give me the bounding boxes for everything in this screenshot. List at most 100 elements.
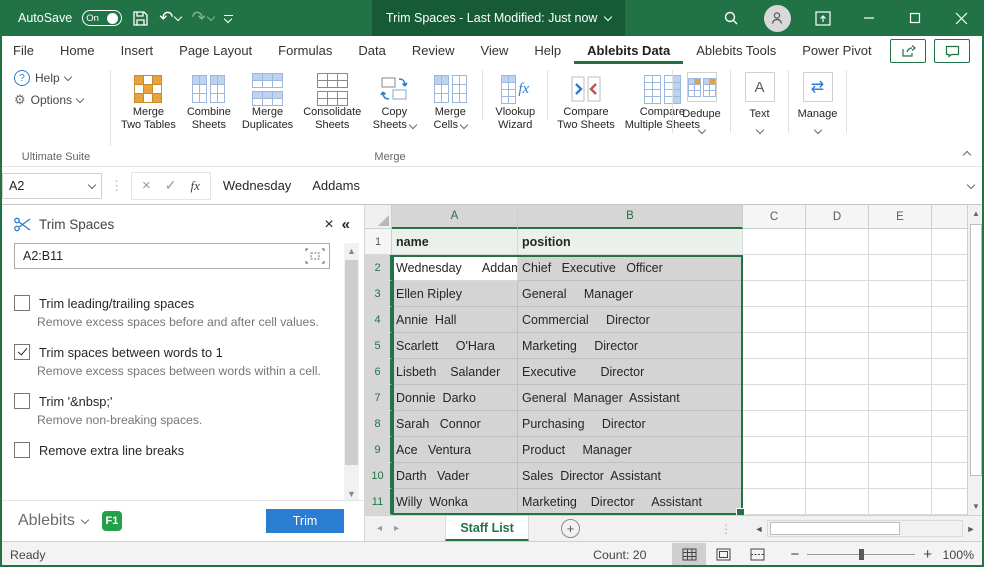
column-header-c[interactable]: C <box>743 205 806 229</box>
formula-bar-handle[interactable]: ⋮ <box>110 178 123 194</box>
tab-review[interactable]: Review <box>399 36 468 64</box>
zoom-in-button[interactable]: + <box>923 546 932 563</box>
formula-value[interactable]: Wednesday Addams <box>223 178 968 193</box>
autosave-toggle[interactable]: On <box>82 10 123 26</box>
tab-view[interactable]: View <box>467 36 521 64</box>
row-header-7[interactable]: 7 <box>365 385 392 411</box>
table-row[interactable]: 10 Darth Vader Sales Director Assistant <box>365 463 984 489</box>
f1-help-badge[interactable]: F1 <box>101 511 122 531</box>
status-count[interactable]: Count: 20 <box>593 548 646 562</box>
row-header-4[interactable]: 4 <box>365 307 392 333</box>
merge-two-tables-button[interactable]: Merge Two Tables <box>116 70 181 134</box>
column-header-e[interactable]: E <box>869 205 932 229</box>
text-button[interactable]: A Text <box>730 70 788 135</box>
ribbon-display-options-button[interactable] <box>800 0 846 36</box>
horizontal-scrollbar[interactable]: ◄ ► <box>751 519 979 538</box>
table-row[interactable]: 3 Ellen Ripley General Manager <box>365 281 984 307</box>
pane-collapse-icon[interactable]: « <box>342 216 350 233</box>
compare-two-sheets-button[interactable]: Compare Two Sheets <box>552 70 619 134</box>
checkbox-trim-nbsp[interactable] <box>14 393 30 409</box>
option-remove-line-breaks[interactable]: Remove extra line breaks <box>14 442 350 458</box>
option-trim-nbsp[interactable]: Trim '&nbsp;' Remove non-breaking spaces… <box>14 393 350 427</box>
range-input[interactable] <box>15 249 305 263</box>
tab-formulas[interactable]: Formulas <box>265 36 345 64</box>
tab-insert[interactable]: Insert <box>108 36 167 64</box>
column-header-b[interactable]: B <box>518 205 743 229</box>
page-layout-view-button[interactable] <box>706 543 740 567</box>
option-trim-leading-trailing[interactable]: Trim leading/trailing spaces Remove exce… <box>14 295 350 329</box>
pane-close-icon[interactable]: × <box>324 216 333 232</box>
zoom-slider[interactable] <box>807 549 916 560</box>
column-header-partial[interactable] <box>932 205 967 229</box>
sheet-tab-staff-list[interactable]: Staff List <box>445 516 530 541</box>
tab-power-pivot[interactable]: Power Pivot <box>789 36 884 64</box>
hscroll-right-icon[interactable]: ► <box>963 524 979 534</box>
combine-sheets-button[interactable]: Combine Sheets <box>181 70 237 134</box>
grid[interactable]: A B C D E 1 name position 2 Wednesday Ad… <box>365 205 984 515</box>
zoom-slider-thumb[interactable] <box>859 549 865 560</box>
cell-b1[interactable]: position <box>518 229 743 255</box>
table-row[interactable]: 8 Sarah Connor Purchasing Director <box>365 411 984 437</box>
add-sheet-button[interactable]: + <box>561 519 581 538</box>
undo-caret-icon[interactable] <box>174 12 183 22</box>
table-row[interactable]: 7 Donnie Darko General Manager Assistant <box>365 385 984 411</box>
save-icon[interactable] <box>132 10 149 27</box>
dedupe-button[interactable]: Dedupe <box>672 70 730 135</box>
row-header-1[interactable]: 1 <box>365 229 392 255</box>
select-range-icon[interactable] <box>305 248 325 264</box>
vlookup-wizard-button[interactable]: fx Vlookup Wizard <box>487 70 543 134</box>
column-header-d[interactable]: D <box>806 205 869 229</box>
tab-ablebits-data[interactable]: Ablebits Data <box>574 36 684 64</box>
pane-scroll-down-icon[interactable]: ▼ <box>344 486 359 501</box>
zoom-level[interactable]: 100% <box>932 548 974 562</box>
pane-scrollbar[interactable]: ▲ ▼ <box>344 243 359 501</box>
collapse-ribbon-button[interactable] <box>962 150 972 160</box>
customize-quick-access-button[interactable] <box>223 14 233 23</box>
zoom-out-button[interactable]: − <box>790 546 799 563</box>
minimize-button[interactable] <box>846 0 892 36</box>
table-row[interactable]: 1 name position <box>365 229 984 255</box>
name-box[interactable]: A2 <box>2 172 102 199</box>
row-header-8[interactable]: 8 <box>365 411 392 437</box>
select-all-corner[interactable] <box>365 205 392 229</box>
confirm-entry-icon[interactable]: ✓ <box>165 177 177 194</box>
pane-scroll-thumb[interactable] <box>345 260 358 465</box>
row-header-2[interactable]: 2 <box>365 255 392 281</box>
vscroll-thumb[interactable] <box>970 224 982 476</box>
consolidate-sheets-button[interactable]: Consolidate Sheets <box>298 70 366 134</box>
merge-duplicates-button[interactable]: Merge Duplicates <box>237 70 298 134</box>
close-button[interactable] <box>938 0 984 36</box>
maximize-button[interactable] <box>892 0 938 36</box>
hscroll-left-icon[interactable]: ◄ <box>751 524 767 534</box>
search-button[interactable] <box>708 0 754 36</box>
table-row[interactable]: 9 Ace Ventura Product Manager <box>365 437 984 463</box>
cell-b2[interactable]: Chief Executive Officer <box>518 255 743 281</box>
undo-button[interactable]: ↶ <box>159 8 183 28</box>
next-sheet-icon[interactable]: ▸ <box>394 523 399 534</box>
prev-sheet-icon[interactable]: ◂ <box>377 523 382 534</box>
option-trim-between-words[interactable]: Trim spaces between words to 1 Remove ex… <box>14 344 350 378</box>
column-header-a[interactable]: A <box>392 205 518 229</box>
checkbox-trim-between-words[interactable] <box>14 344 30 360</box>
tabbar-handle[interactable]: ⋮ <box>720 522 732 536</box>
checkbox-remove-line-breaks[interactable] <box>14 442 30 458</box>
tab-ablebits-tools[interactable]: Ablebits Tools <box>683 36 789 64</box>
share-button[interactable] <box>890 39 926 63</box>
table-row[interactable]: 2 Wednesday Addams Chief Executive Offic… <box>365 255 984 281</box>
row-header-11[interactable]: 11 <box>365 489 392 515</box>
tab-home[interactable]: Home <box>47 36 108 64</box>
hscroll-thumb[interactable] <box>770 522 900 535</box>
comments-button[interactable] <box>934 39 970 63</box>
trim-button[interactable]: Trim <box>266 509 344 533</box>
row-header-6[interactable]: 6 <box>365 359 392 385</box>
document-title-box[interactable]: Trim Spaces - Last Modified: Just now <box>372 0 626 36</box>
formula-bar-expand-icon[interactable] <box>966 180 976 189</box>
merge-cells-button[interactable]: Merge Cells <box>422 70 478 134</box>
tab-page-layout[interactable]: Page Layout <box>166 36 265 64</box>
manage-button[interactable]: ⇄ Manage <box>788 70 847 135</box>
checkbox-trim-leading-trailing[interactable] <box>14 295 30 311</box>
row-header-3[interactable]: 3 <box>365 281 392 307</box>
tab-help[interactable]: Help <box>521 36 574 64</box>
insert-function-icon[interactable]: fx <box>191 178 200 194</box>
tab-data[interactable]: Data <box>345 36 398 64</box>
